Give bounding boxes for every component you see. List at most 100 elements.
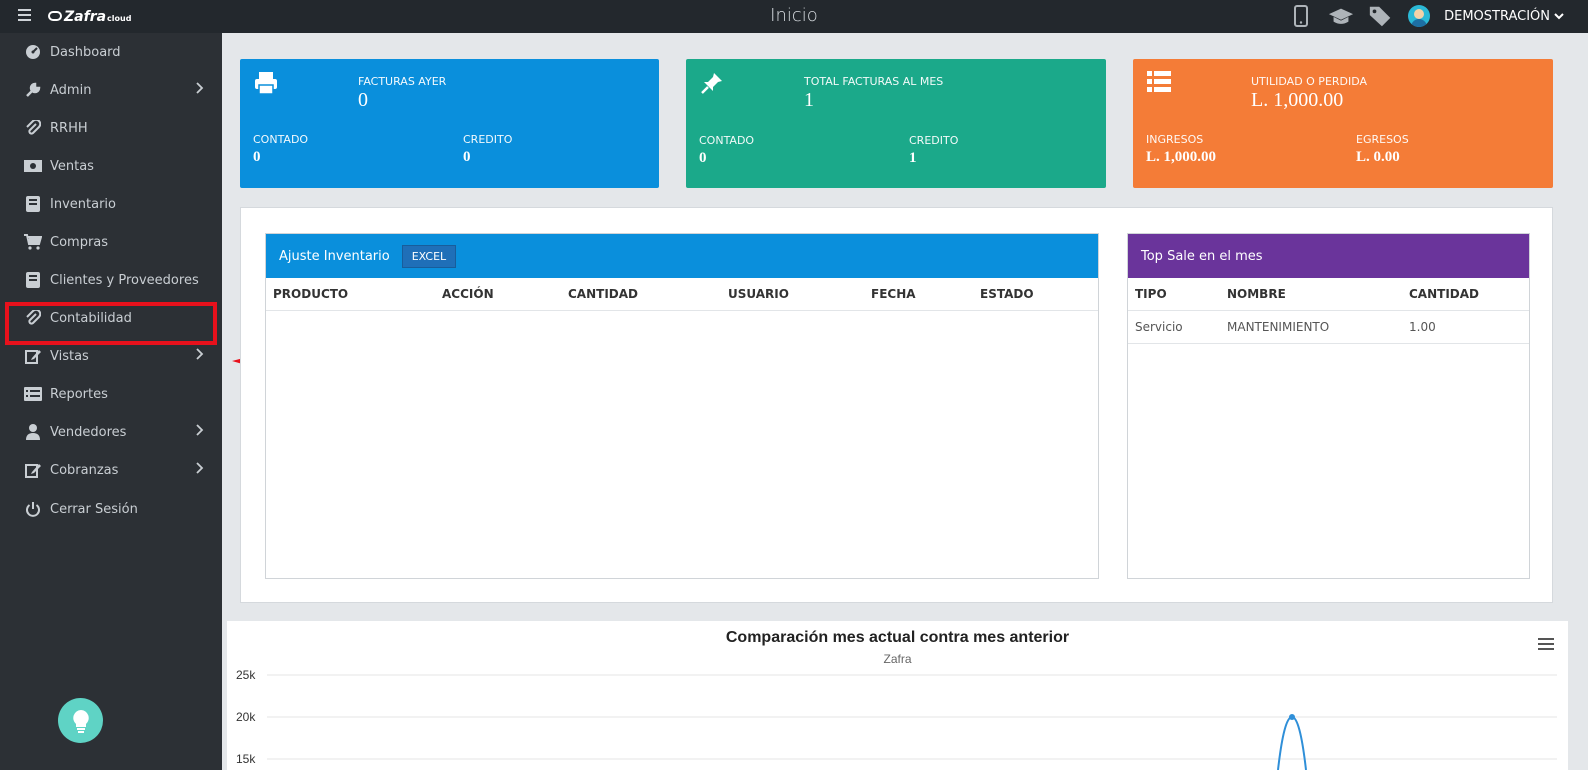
chevron-right-icon [196, 424, 204, 436]
table-cell: MANTENIMIENTO [1227, 320, 1330, 334]
edit-icon [24, 347, 42, 365]
data-point [1289, 714, 1295, 720]
sidebar-item-dashboard[interactable]: Dashboard [0, 33, 222, 71]
sidebar-item-label: Cerrar Sesión [50, 501, 138, 517]
col-header[interactable]: ACCIÓN [442, 287, 494, 301]
top-sale-header: Top Sale en el mes [1128, 234, 1529, 278]
ajuste-inventario-card: Ajuste Inventario EXCEL PRODUCTO ACCIÓN … [265, 233, 1099, 579]
col-header[interactable]: TIPO [1135, 287, 1167, 301]
book-icon [24, 195, 42, 213]
col-header[interactable]: NOMBRE [1227, 287, 1286, 301]
sidebar-item-label: Ventas [50, 158, 94, 174]
top-bar: Zafra cloud Inicio DEMOSTRACIÓN [0, 0, 1588, 33]
chevron-right-icon [196, 82, 204, 94]
cart-icon [24, 233, 42, 251]
sidebar-item-admin[interactable]: Admin [0, 71, 222, 109]
money-icon [24, 157, 42, 175]
card-right-value: L. 0.00 [1356, 149, 1400, 165]
card-value: 1 [804, 89, 814, 111]
sidebar-item-cerrar-sesion[interactable]: Cerrar Sesión [0, 490, 222, 528]
chevron-right-icon [196, 348, 204, 360]
pin-icon [701, 73, 722, 94]
col-header[interactable]: PRODUCTO [273, 287, 348, 301]
edit-icon [24, 461, 42, 479]
user-name: DEMOSTRACIÓN [1444, 8, 1550, 24]
card-title: UTILIDAD O PERDIDA [1251, 75, 1368, 88]
card-right-label: CREDITO [463, 133, 513, 146]
graduation-cap-icon[interactable] [1328, 3, 1354, 29]
table-cell: 1.00 [1409, 320, 1436, 334]
table-row: Servicio MANTENIMIENTO 1.00 [1128, 311, 1529, 344]
printer-icon [255, 72, 277, 95]
power-icon [24, 500, 42, 518]
col-header[interactable]: ESTADO [980, 287, 1034, 301]
col-header[interactable]: FECHA [871, 287, 916, 301]
list-icon [1147, 71, 1171, 92]
sidebar-item-ventas[interactable]: Ventas [0, 147, 222, 185]
logo-text: Zafra [64, 9, 107, 25]
table-header: PRODUCTO ACCIÓN CANTIDAD USUARIO FECHA E… [266, 278, 1098, 311]
sidebar-item-inventario[interactable]: Inventario [0, 185, 222, 223]
sidebar-item-label: Compras [50, 234, 109, 250]
card-left-value: 0 [699, 150, 707, 166]
card-left-value: 0 [253, 149, 261, 165]
card-facturas-ayer: FACTURAS AYER 0 CONTADO 0 CREDITO 0 [240, 59, 659, 188]
card-total-facturas-mes: TOTAL FACTURAS AL MES 1 CONTADO 0 CREDIT… [686, 59, 1106, 188]
sidebar-item-label: Reportes [50, 386, 108, 402]
sidebar-item-label: Inventario [50, 196, 116, 212]
lightbulb-help-button[interactable] [58, 698, 103, 743]
dashboard-icon [24, 43, 42, 61]
chart-panel: Comparación mes actual contra mes anteri… [227, 621, 1568, 770]
ajuste-inventario-title: Ajuste Inventario [279, 248, 390, 264]
logo[interactable]: Zafra cloud [48, 9, 131, 25]
sidebar-item-label: Vistas [50, 348, 89, 364]
card-left-label: CONTADO [699, 134, 755, 147]
sidebar-item-label: Dashboard [50, 44, 121, 60]
card-right-value: 0 [463, 149, 471, 165]
chevron-down-icon [1554, 12, 1564, 19]
sidebar-item-label: RRHH [50, 120, 88, 136]
card-left-value: L. 1,000.00 [1146, 149, 1217, 165]
table-cell: Servicio [1135, 320, 1183, 334]
tags-icon[interactable] [1368, 3, 1394, 29]
card-right-label: EGRESOS [1356, 133, 1409, 146]
chevron-right-icon [196, 462, 204, 474]
top-sale-card: Top Sale en el mes TIPO NOMBRE CANTIDAD … [1127, 233, 1530, 579]
avatar[interactable] [1408, 5, 1431, 27]
sidebar-item-reportes[interactable]: Reportes [0, 375, 222, 413]
sidebar-item-vendedores[interactable]: Vendedores [0, 413, 222, 451]
card-right-label: CREDITO [909, 134, 959, 147]
card-left-label: CONTADO [253, 133, 309, 146]
col-header[interactable]: CANTIDAD [568, 287, 638, 301]
tables-panel: Ajuste Inventario EXCEL PRODUCTO ACCIÓN … [240, 207, 1553, 603]
sidebar-item-label: Admin [50, 82, 92, 98]
card-title: FACTURAS AYER [358, 75, 447, 88]
sidebar-item-clientes-proveedores[interactable]: Clientes y Proveedores [0, 261, 222, 299]
card-value: 0 [358, 89, 368, 111]
card-value: L. 1,000.00 [1251, 89, 1344, 111]
table-header: TIPO NOMBRE CANTIDAD [1128, 278, 1529, 311]
logo-suffix: cloud [107, 14, 132, 23]
sidebar-item-label: Clientes y Proveedores [50, 272, 199, 288]
sidebar-item-cobranzas[interactable]: Cobranzas [0, 451, 222, 489]
card-right-value: 1 [909, 150, 917, 166]
sidebar-item-label: Cobranzas [50, 462, 119, 478]
excel-button[interactable]: EXCEL [401, 244, 457, 268]
sidebar-item-rrhh[interactable]: RRHH [0, 109, 222, 147]
mobile-icon[interactable] [1288, 3, 1314, 29]
chart-plot [267, 674, 1557, 770]
col-header[interactable]: CANTIDAD [1409, 287, 1479, 301]
user-icon [24, 423, 42, 441]
top-icons: DEMOSTRACIÓN [1288, 3, 1564, 29]
book-icon [24, 271, 42, 289]
card-utilidad-perdida: UTILIDAD O PERDIDA L. 1,000.00 INGRESOS … [1133, 59, 1553, 188]
sidebar-item-compras[interactable]: Compras [0, 223, 222, 261]
logo-mark-icon [48, 11, 62, 21]
ajuste-inventario-header: Ajuste Inventario EXCEL [266, 234, 1098, 278]
user-menu[interactable]: DEMOSTRACIÓN [1444, 9, 1564, 24]
menu-toggle-icon[interactable] [18, 9, 31, 21]
col-header[interactable]: USUARIO [728, 287, 789, 301]
card-title: TOTAL FACTURAS AL MES [804, 75, 944, 88]
card-left-label: INGRESOS [1146, 133, 1204, 146]
wrench-icon [24, 81, 42, 99]
